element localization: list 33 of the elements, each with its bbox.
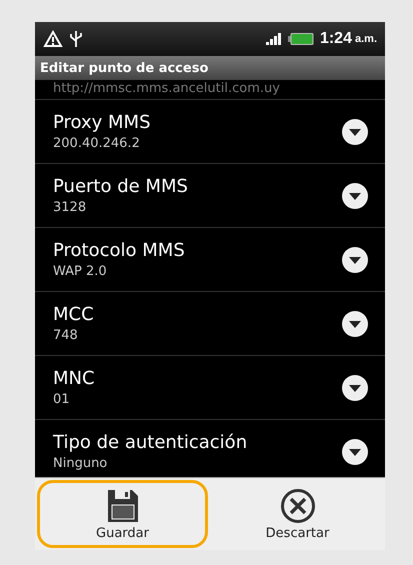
setting-label: Tipo de autenticación	[53, 431, 248, 455]
setting-label: Puerto de MMS	[53, 175, 189, 199]
dropdown-icon[interactable]	[341, 246, 369, 274]
dropdown-icon[interactable]	[341, 374, 369, 402]
close-icon	[280, 488, 316, 524]
setting-value: 200.40.246.2	[53, 135, 141, 152]
dropdown-icon[interactable]	[341, 310, 369, 338]
dropdown-icon[interactable]	[341, 118, 369, 146]
setting-label: Protocolo MMS	[53, 239, 186, 263]
signal-icon	[266, 33, 282, 45]
battery-icon	[288, 33, 314, 45]
setting-row[interactable]: MCC 748	[35, 292, 385, 356]
setting-row[interactable]: Puerto de MMS 3128	[35, 164, 385, 228]
setting-row[interactable]: MNC 01	[35, 356, 385, 420]
warning-icon	[43, 30, 63, 48]
screen-title: Editar punto de acceso	[40, 60, 208, 76]
setting-value: 01	[53, 391, 71, 408]
save-button[interactable]: Guardar	[37, 480, 208, 548]
setting-value: 748	[53, 327, 79, 344]
setting-value: Ninguno	[53, 455, 108, 472]
setting-label: MNC	[53, 367, 96, 391]
usb-icon	[69, 29, 83, 49]
setting-value: WAP 2.0	[53, 263, 108, 280]
setting-value: 3128	[53, 199, 88, 216]
setting-row[interactable]: Protocolo MMS WAP 2.0	[35, 228, 385, 292]
setting-value: http://mmsc.mms.ancelutil.com.uy	[35, 80, 385, 100]
setting-label: MCC	[53, 303, 95, 327]
setting-label: Proxy MMS	[53, 111, 152, 135]
dropdown-icon[interactable]	[341, 182, 369, 210]
clock-period: a.m.	[354, 33, 377, 45]
dropdown-icon[interactable]	[341, 438, 369, 466]
clock-time: 1:24	[320, 30, 352, 48]
setting-row[interactable]: Proxy MMS 200.40.246.2	[35, 100, 385, 164]
